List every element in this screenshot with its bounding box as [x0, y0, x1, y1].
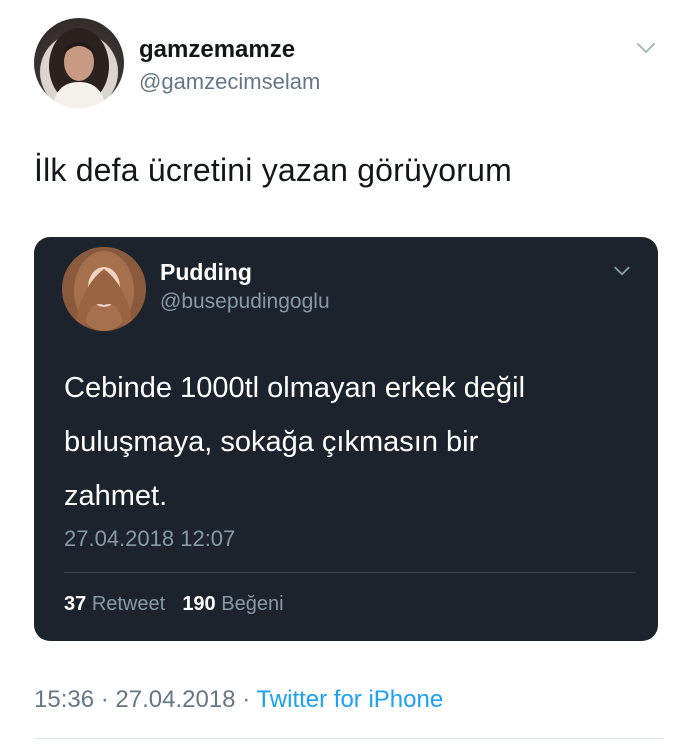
quoted-text-line: buluşmaya, sokağa çıkmasın bir	[64, 426, 479, 458]
retweets-label[interactable]: Retweet	[92, 593, 165, 615]
quoted-avatar-image	[62, 247, 146, 331]
chevron-down-icon[interactable]	[612, 261, 632, 281]
tweet-time: 15:36	[34, 686, 95, 713]
quoted-author-display-name[interactable]: Pudding	[160, 259, 252, 286]
author-avatar[interactable]	[34, 18, 124, 108]
quoted-text-line: zahmet.	[64, 480, 168, 512]
quoted-tweet-timestamp: 27.04.2018 12:07	[64, 526, 236, 551]
divider	[34, 738, 664, 739]
quoted-tweet-text: Cebinde 1000tl olmayan erkek değil buluş…	[64, 361, 624, 523]
retweets-count[interactable]: 37	[64, 593, 86, 615]
author-avatar-image	[49, 28, 109, 108]
separator: ·	[100, 686, 109, 713]
tweet-date: 27.04.2018	[115, 686, 236, 713]
tweet-footer: 15:36 · 27.04.2018 · Twitter for iPhone	[34, 686, 443, 714]
quoted-text-line: Cebinde 1000tl olmayan erkek değil	[64, 372, 526, 404]
quoted-tweet-card[interactable]: Pudding @busepudingoglu Cebinde 1000tl o…	[34, 237, 658, 641]
tweet-text: İlk defa ücretini yazan görüyorum	[34, 152, 512, 188]
tweet-source-link[interactable]: Twitter for iPhone	[256, 686, 443, 713]
quoted-tweet-stats: 37 Retweet 190 Beğeni	[64, 593, 284, 616]
likes-count[interactable]: 190	[182, 593, 215, 615]
quoted-author-handle[interactable]: @busepudingoglu	[160, 290, 330, 314]
author-handle[interactable]: @gamzecimselam	[139, 69, 320, 95]
chevron-down-icon[interactable]	[634, 36, 658, 60]
quoted-author-avatar[interactable]	[62, 247, 146, 331]
divider	[64, 572, 636, 573]
separator: ·	[242, 686, 251, 713]
author-display-name[interactable]: gamzemamze	[139, 36, 295, 64]
tweet-header: gamzemamze @gamzecimselam	[34, 18, 664, 110]
likes-label[interactable]: Beğeni	[221, 593, 283, 615]
